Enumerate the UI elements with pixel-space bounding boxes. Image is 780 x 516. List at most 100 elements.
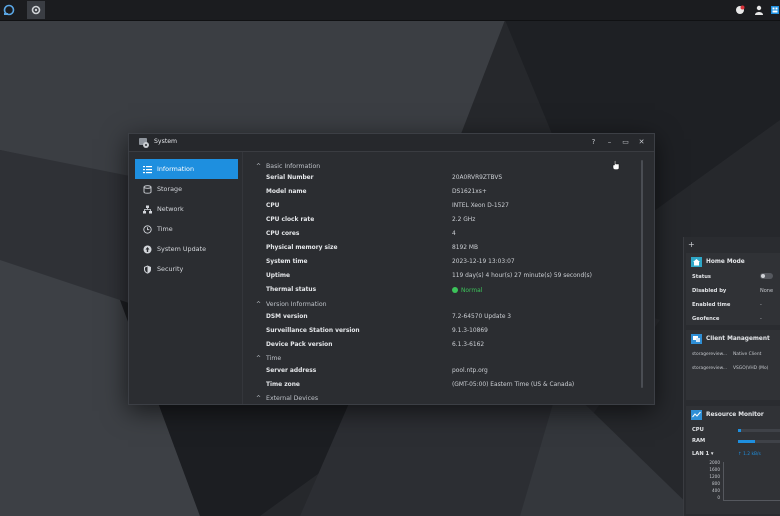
enabled-time-value: - [760,302,762,308]
chart-axis-label: 400 [712,488,720,493]
taskbar-system-app[interactable] [27,1,45,19]
info-row: DSM version 7.2-64570 Update 3 [250,311,630,325]
enabled-time-label: Enabled time [692,302,731,308]
row-label: DSM version [266,314,308,320]
row-label: CPU [266,203,280,209]
taskbar [0,0,780,21]
sidebar: Information Storage Network Time System … [129,152,243,404]
home-mode-status-label: Status [692,274,711,280]
user-icon [755,5,763,15]
system-gear-icon [31,5,41,15]
client-name: storagereview... [692,352,727,357]
help-button[interactable]: ? [588,137,599,148]
row-value: DS1621xs+ [452,189,487,195]
main-menu-button[interactable] [0,1,18,19]
geofence-label: Geofence [692,316,720,322]
row-label: Uptime [266,273,290,279]
section-basic-information[interactable]: ^ Basic Information [250,160,320,172]
row-label: Device Pack version [266,342,333,348]
row-label: Model name [266,189,307,195]
ram-usage-fill [738,440,756,443]
row-value: 2.2 GHz [452,217,476,223]
widgets-icon [770,6,779,14]
home-icon [691,257,702,267]
client-management-widget: Client Management storagereview... Nativ… [686,330,780,400]
sidebar-item-label: Network [157,205,184,213]
home-mode-toggle[interactable] [760,273,773,279]
row-label: System time [266,259,308,265]
sidebar-item-storage[interactable]: Storage [135,179,238,199]
info-row: Server address pool.ntp.org [250,365,630,379]
window-title: System [154,138,178,145]
section-external-devices[interactable]: ^ External Devices [250,392,318,402]
client-type: Native Client [733,352,762,357]
info-row: CPU cores 4 [250,228,630,242]
toggle-knob [761,274,765,278]
content-scrollbar[interactable] [641,160,643,388]
chart-axis-label: 800 [712,481,720,486]
sidebar-item-information[interactable]: Information [135,159,238,179]
sidebar-item-security[interactable]: Security [135,259,238,279]
cpu-usage-bar [738,429,780,432]
minimize-button[interactable]: – [604,137,615,148]
add-widget-button[interactable]: + [688,240,695,249]
maximize-button[interactable]: ▭ [620,137,631,148]
row-value: 4 [452,231,456,237]
chevron-up-icon: ^ [256,354,262,362]
row-label: Serial Number [266,175,314,181]
info-row: Uptime 119 day(s) 4 hour(s) 27 minute(s) … [250,270,630,284]
close-button[interactable]: ✕ [636,137,647,148]
section-time[interactable]: ^ Time [250,352,281,364]
chevron-up-icon: ^ [256,394,262,402]
client-management-icon [691,334,702,344]
chart-axis-label: 1600 [709,467,720,472]
row-value: 20A0RVR9ZTBVS [452,175,503,181]
shield-icon [142,264,152,274]
system-window: System ? – ▭ ✕ Information Storage Netwo… [128,133,655,405]
sidebar-item-label: Storage [157,185,183,193]
row-value: 2023-12-19 13:03:07 [452,259,515,265]
row-label: Time zone [266,382,300,388]
widgets-button[interactable] [769,2,780,18]
user-button[interactable] [752,2,766,18]
lan-upload-rate: ↑ 1.2 kB/s [738,452,761,457]
section-title: External Devices [266,394,319,402]
disabled-by-label: Disabled by [692,288,727,294]
client-name: storagereview... [692,366,727,371]
row-value: 119 day(s) 4 hour(s) 27 minute(s) 59 sec… [452,273,592,279]
notification-button[interactable] [733,2,747,18]
section-version-information[interactable]: ^ Version Information [250,298,327,310]
section-title: Version Information [266,300,327,308]
status-text: Normal [461,288,483,294]
notification-icon [736,5,745,14]
window-title-bar[interactable]: System ? – ▭ ✕ [129,134,654,152]
info-row: CPU INTEL Xeon D-1527 [250,200,630,214]
section-title: Basic Information [266,162,321,170]
row-value: pool.ntp.org [452,368,488,374]
clock-icon [142,224,152,234]
sidebar-item-system-update[interactable]: System Update [135,239,238,259]
chevron-up-icon: ^ [256,300,262,308]
row-label: CPU cores [266,231,300,237]
widget-panel: + Home Mode Status Disabled by None Enab… [683,237,780,516]
sidebar-item-label: Security [157,265,184,273]
lan-selector[interactable]: LAN 1 ▾ [692,451,714,457]
info-row: Device Pack version 6.1.3-6162 [250,339,630,353]
row-label: Thermal status [266,287,317,293]
chart-axis-label: 1200 [709,474,720,479]
info-row: CPU clock rate 2.2 GHz [250,214,630,228]
ram-label: RAM [692,438,706,444]
sidebar-item-time[interactable]: Time [135,219,238,239]
info-row: System time 2023-12-19 13:03:07 [250,256,630,270]
info-row: Physical memory size 8192 MB [250,242,630,256]
section-title: Time [266,354,282,362]
sidebar-item-network[interactable]: Network [135,199,238,219]
info-row: Time zone (GMT-05:00) Eastern Time (US & … [250,379,630,393]
geofence-value: - [760,316,762,322]
row-label: Surveillance Station version [266,328,360,334]
info-list-icon [142,164,152,174]
sidebar-item-label: Information [157,165,194,173]
row-value: INTEL Xeon D-1527 [452,203,509,209]
row-label: Physical memory size [266,245,338,251]
hand-cursor-icon [612,160,620,170]
